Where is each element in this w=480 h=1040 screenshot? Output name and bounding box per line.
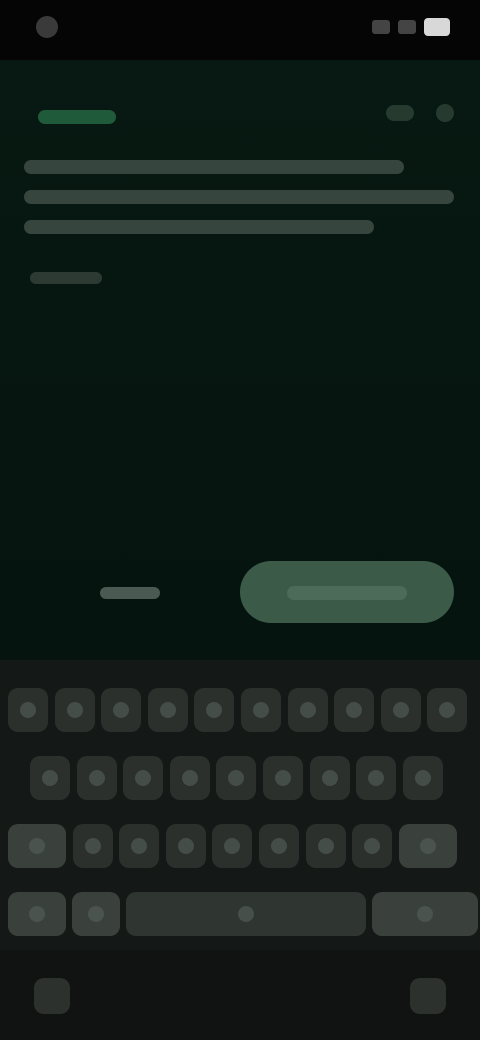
key-n[interactable] [305,824,346,868]
key-glyph [29,838,45,854]
key-glyph [113,702,130,718]
battery-icon [424,18,450,36]
key-a[interactable] [30,756,70,800]
key-o[interactable] [380,688,421,732]
key-s[interactable] [76,756,117,800]
key-k[interactable] [356,756,397,800]
key-glyph [317,838,334,854]
key-glyph [253,702,269,718]
keyboard-row-2 [0,756,480,812]
keyboard-row-1 [0,688,480,744]
key-v[interactable] [212,824,253,868]
body-line-1 [24,160,404,174]
key-glyph [299,702,316,718]
app-header [0,80,480,150]
notification-icon [36,16,58,38]
status-icons [372,18,450,36]
key-x[interactable] [119,824,160,868]
caption-text [30,272,102,284]
key-i[interactable] [334,688,375,732]
key-glyph [414,770,431,786]
key-p[interactable] [427,688,468,732]
key-j[interactable] [309,756,350,800]
app-screen [0,0,480,1040]
signal-icon [372,20,390,34]
key-glyph [238,906,254,922]
key-c[interactable] [165,824,206,868]
action-row [0,555,480,635]
key-y[interactable] [241,688,281,732]
key-glyph [364,838,381,854]
key-123[interactable] [8,892,66,936]
key-glyph [29,906,45,922]
key-glyph [131,838,148,854]
key-r[interactable] [147,688,188,732]
key-glyph [88,770,105,786]
body-line-3 [24,220,374,234]
key-glyph [271,838,287,854]
key-glyph [228,770,245,786]
key-glyph [159,702,176,718]
body-line-2 [24,190,454,204]
key-z[interactable] [72,824,113,868]
key-glyph [275,770,291,786]
key-glyph [42,770,58,786]
key-glyph [417,906,433,922]
body-text [24,160,454,250]
navigation-bar [0,950,480,1040]
key-space[interactable] [126,892,366,936]
key-l[interactable] [402,756,443,800]
key-glyph [368,770,385,786]
key-w[interactable] [54,688,95,732]
key-enter[interactable] [372,892,478,936]
primary-button-label [287,586,407,600]
keyboard-row-3 [0,824,480,880]
onscreen-keyboard [0,660,480,1040]
key-q[interactable] [8,688,48,732]
key-glyph [135,770,152,786]
key-glyph [84,838,101,854]
settings-icon[interactable] [436,104,454,122]
header-actions [386,104,454,122]
key-glyph [321,770,338,786]
key-t[interactable] [194,688,235,732]
keyboard-row-4 [0,892,480,948]
key-m[interactable] [352,824,393,868]
key-glyph [439,702,456,718]
key-emoji[interactable] [72,892,120,936]
primary-button[interactable] [240,561,454,623]
key-d[interactable] [123,756,164,800]
key-h[interactable] [263,756,303,800]
key-u[interactable] [287,688,328,732]
header-title-shape [38,110,116,124]
key-glyph [346,702,363,718]
secondary-button-label [100,587,160,599]
key-b[interactable] [259,824,299,868]
key-e[interactable] [101,688,142,732]
status-bar [0,0,480,60]
key-backspace[interactable] [398,824,457,868]
key-glyph [181,770,198,786]
keyboard-switch-icon[interactable] [410,978,446,1014]
more-icon[interactable] [386,105,414,121]
secondary-button[interactable] [90,579,170,605]
key-glyph [419,838,436,854]
key-glyph [206,702,223,718]
key-glyph [177,838,194,854]
key-glyph [88,906,104,922]
key-glyph [20,702,36,718]
key-shift[interactable] [8,824,66,868]
key-glyph [392,702,409,718]
key-f[interactable] [169,756,210,800]
key-glyph [224,838,241,854]
keyboard-hide-icon[interactable] [34,978,70,1014]
wifi-icon [398,20,416,34]
key-g[interactable] [216,756,257,800]
key-glyph [66,702,83,718]
